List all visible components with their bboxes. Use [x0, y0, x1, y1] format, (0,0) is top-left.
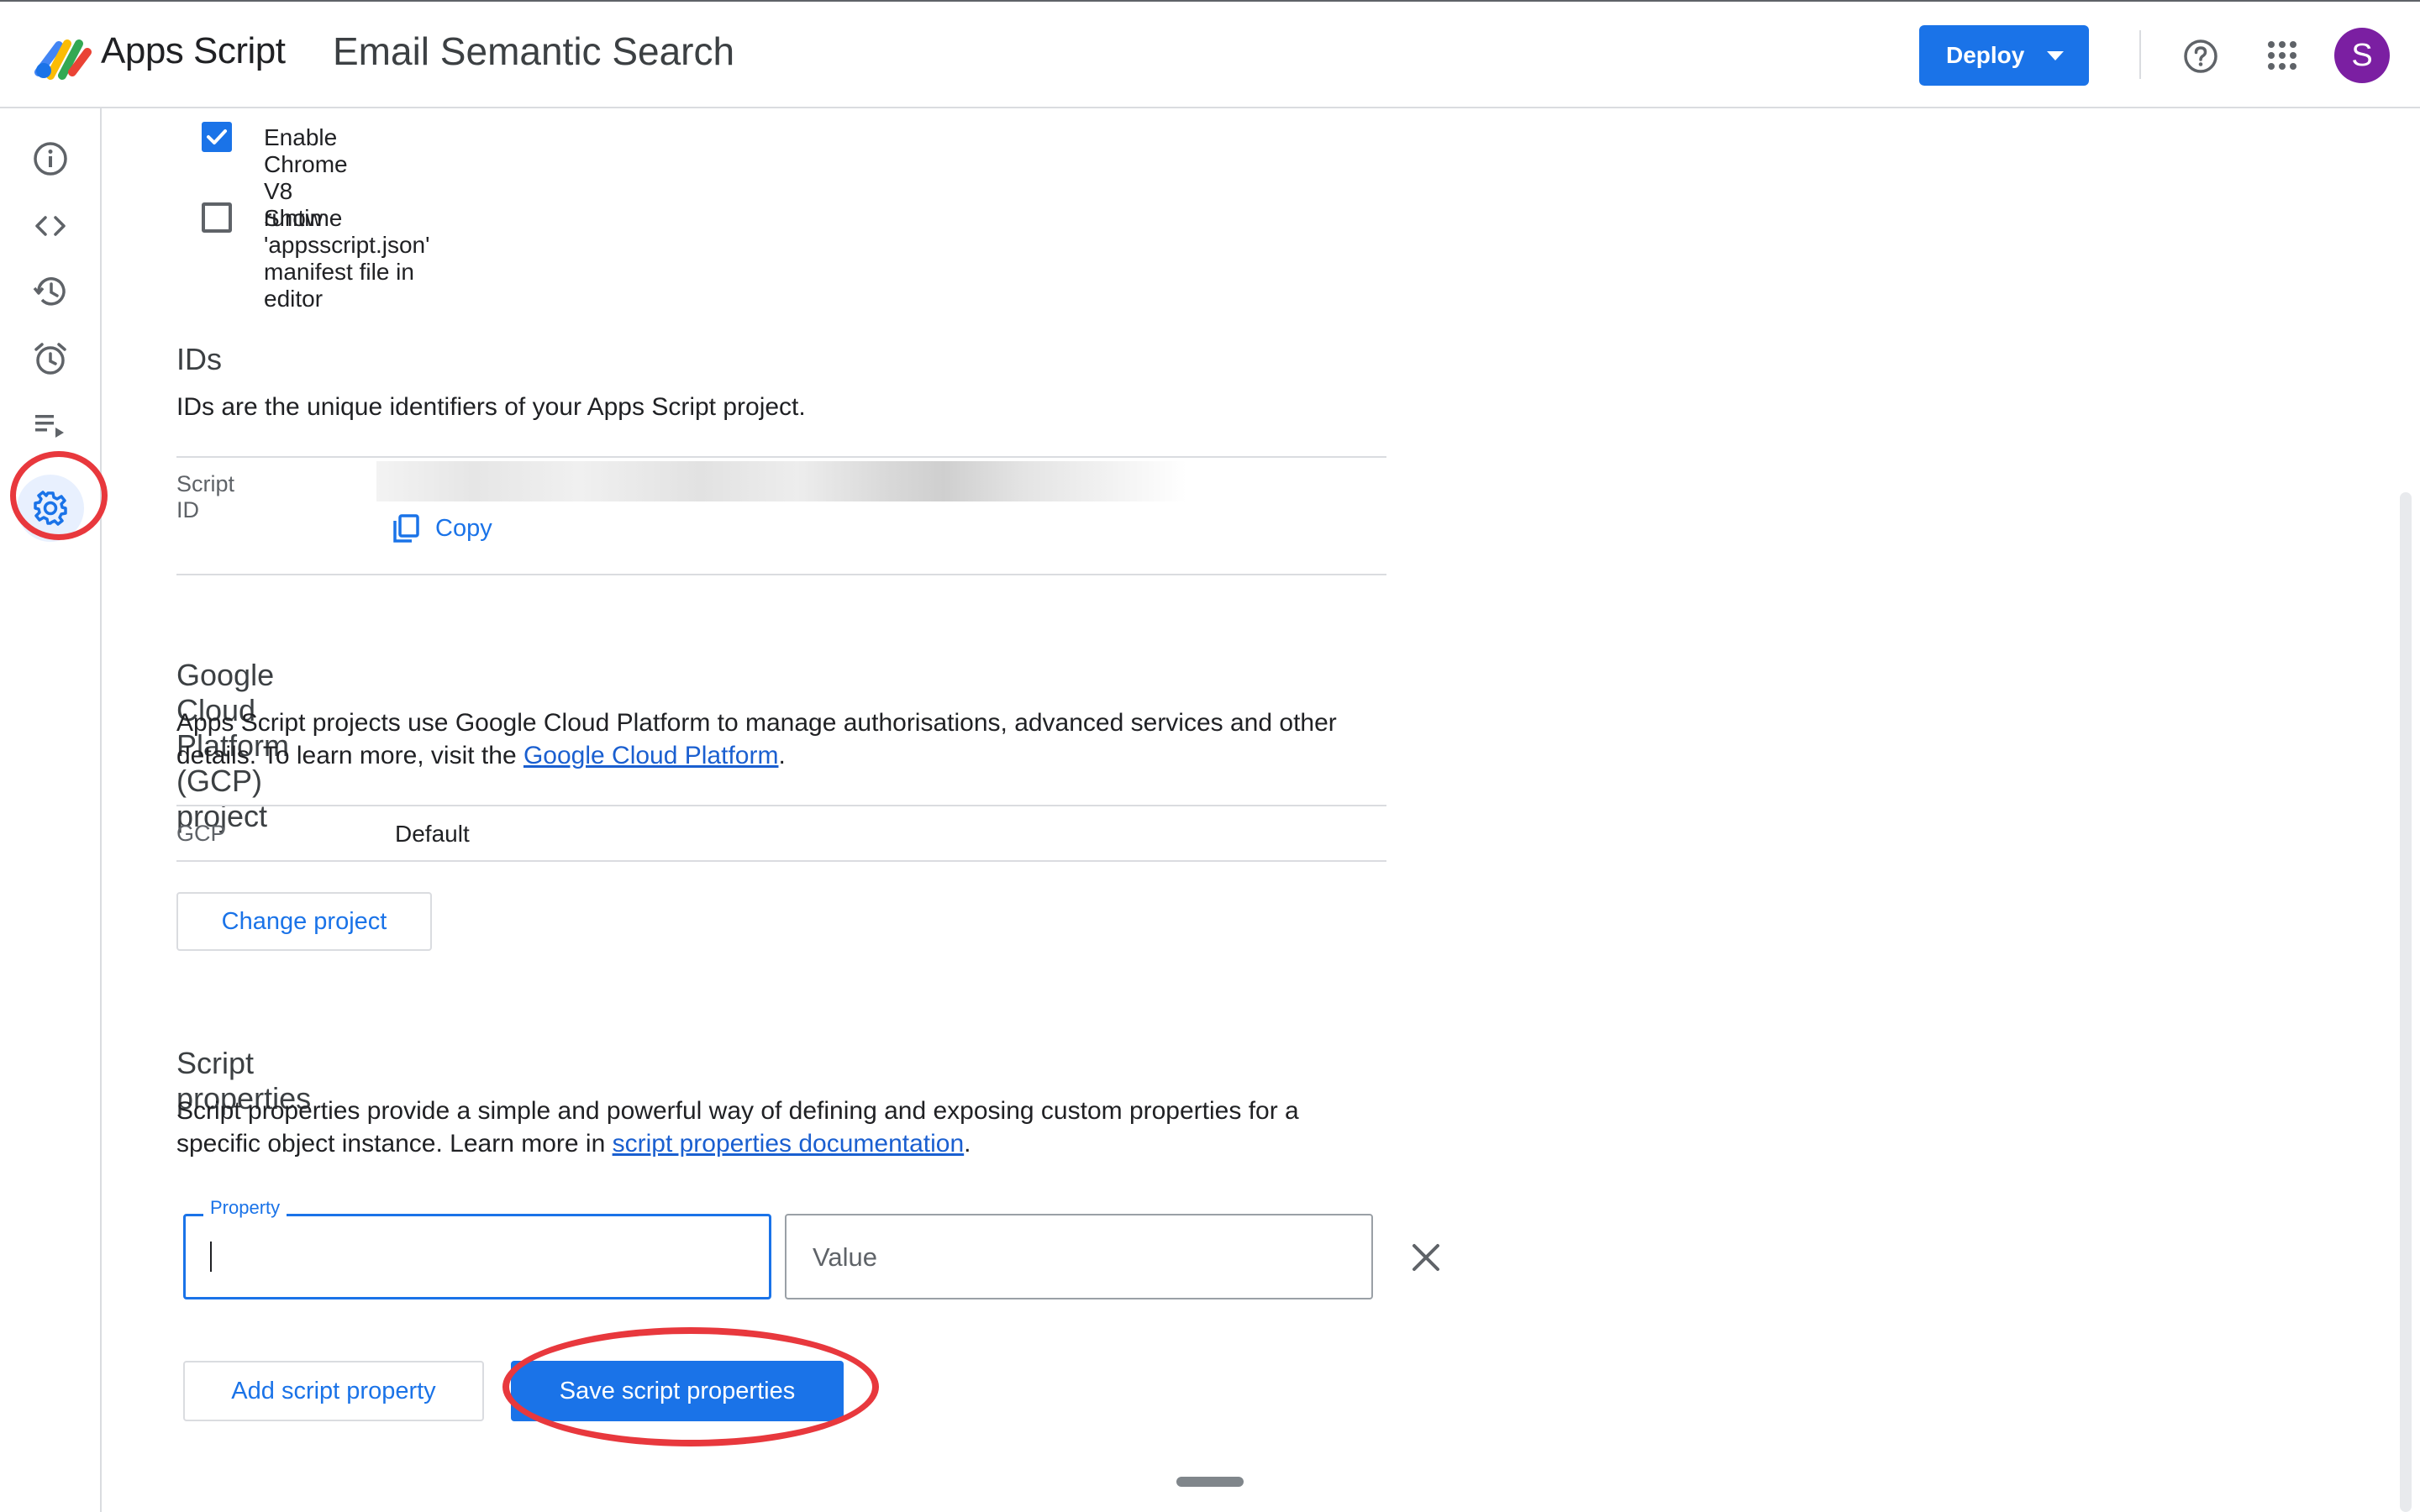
panel-drag-handle[interactable]	[1176, 1477, 1244, 1487]
divider	[176, 574, 1386, 575]
sidebar	[0, 108, 108, 1512]
avatar[interactable]: S	[2334, 28, 2390, 83]
top-bar: Apps Script Email Semantic Search Deploy…	[0, 0, 2420, 108]
copy-icon	[393, 514, 419, 543]
gcp-value: Default	[395, 821, 470, 847]
ids-description: IDs are the unique identifiers of your A…	[176, 393, 806, 421]
script-id-key: Script ID	[176, 471, 235, 522]
gcp-description: Apps Script projects use Google Cloud Pl…	[176, 706, 1386, 772]
property-field-label: Property	[203, 1197, 287, 1219]
property-input[interactable]	[183, 1214, 771, 1299]
script-properties-docs-link[interactable]: script properties documentation	[613, 1130, 965, 1158]
value-input[interactable]: Value	[785, 1214, 1373, 1299]
gcp-link[interactable]: Google Cloud Platform	[523, 742, 779, 769]
annotation-circle-save	[502, 1327, 879, 1446]
apps-grid-icon[interactable]	[2267, 40, 2297, 71]
scrollbar[interactable]	[2400, 492, 2412, 1512]
divider	[176, 860, 1386, 862]
script-properties-description-suffix: .	[964, 1130, 971, 1158]
ids-section-title: IDs	[176, 342, 222, 376]
script-properties-description: Script properties provide a simple and p…	[176, 1095, 1386, 1160]
project-title[interactable]: Email Semantic Search	[333, 29, 734, 74]
app-name[interactable]: Apps Script	[101, 30, 286, 72]
copy-button-label: Copy	[435, 514, 492, 542]
divider	[176, 456, 1386, 458]
gcp-key: GCP	[176, 821, 226, 846]
add-script-property-button[interactable]: Add script property	[183, 1361, 484, 1421]
deploy-button[interactable]: Deploy	[1919, 25, 2089, 86]
alarm-icon[interactable]	[32, 340, 69, 377]
gcp-description-suffix: .	[778, 742, 786, 769]
history-icon[interactable]	[32, 273, 69, 310]
check-icon	[207, 129, 227, 144]
annotation-circle-settings	[10, 451, 108, 540]
code-icon[interactable]	[32, 207, 69, 244]
deploy-button-label: Deploy	[1946, 42, 2025, 68]
script-id-value-redacted	[376, 461, 1186, 501]
header-divider	[2139, 30, 2141, 79]
manifest-label: Show 'appsscript.json' manifest file in …	[264, 205, 430, 312]
value-placeholder: Value	[813, 1242, 877, 1272]
manifest-checkbox[interactable]	[202, 202, 232, 233]
help-icon[interactable]	[2183, 39, 2218, 74]
copy-button[interactable]: Copy	[392, 513, 492, 543]
change-project-button[interactable]: Change project	[176, 892, 432, 951]
executions-icon[interactable]	[32, 407, 69, 444]
v8-runtime-checkbox[interactable]	[202, 122, 232, 152]
chevron-down-icon	[2047, 51, 2064, 60]
text-cursor	[210, 1242, 212, 1272]
close-icon[interactable]	[1409, 1241, 1443, 1274]
apps-script-logo[interactable]	[34, 34, 92, 81]
divider	[176, 805, 1386, 806]
info-icon[interactable]	[32, 140, 69, 177]
